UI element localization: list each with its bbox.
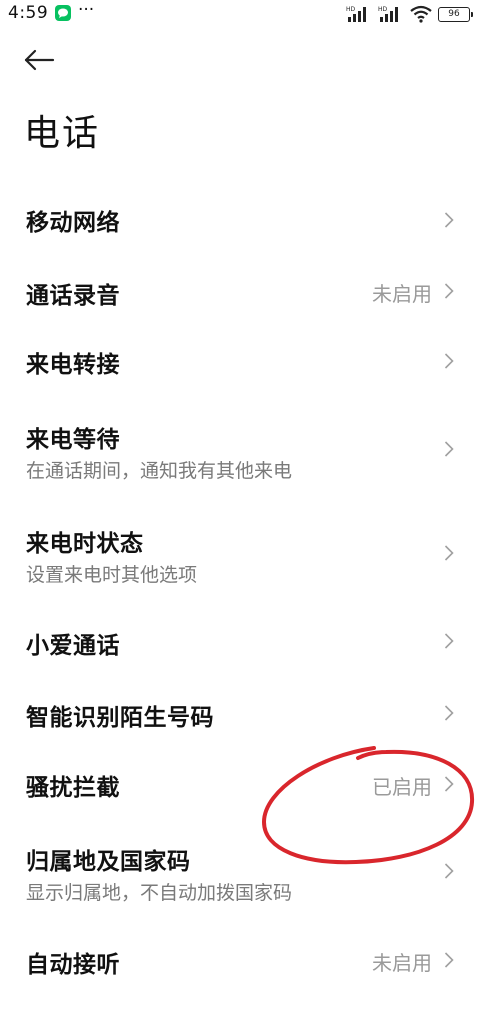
status-time: 4:59 [8,3,49,23]
wifi-icon [410,5,432,23]
chevron-right-icon [444,283,454,299]
status-bar: 4:59 ··· HD HD 96 [0,0,480,28]
setting-title: 来电转接 [26,352,120,378]
chat-app-icon [55,5,71,21]
hd-signal-icon-2: HD [378,6,398,22]
battery-icon: 96 [438,6,473,22]
setting-xiaoai-call[interactable]: 小爱通话 [0,610,480,674]
setting-subtitle: 在通话期间，通知我有其他来电 [26,460,293,482]
chevron-right-icon [444,952,454,968]
chevron-right-icon [444,212,454,228]
setting-auto-answer[interactable]: 自动接听 未启用 [0,928,480,994]
setting-subtitle: 显示归属地，不自动加拨国家码 [26,882,293,904]
setting-title: 小爱通话 [26,633,120,659]
setting-title: 骚扰拦截 [26,775,120,801]
chevron-right-icon [444,441,454,457]
setting-title: 归属地及国家码 [26,849,191,875]
setting-incoming-call-status[interactable]: 来电时状态 设置来电时其他选项 [0,514,480,598]
setting-title: 智能识别陌生号码 [26,705,214,731]
status-icons: HD HD 96 [346,3,473,25]
svg-text:HD: HD [346,6,356,13]
back-arrow-icon[interactable] [22,44,58,76]
setting-title: 来电时状态 [26,531,144,557]
setting-unknown-number-recognition[interactable]: 智能识别陌生号码 [0,682,480,746]
svg-text:HD: HD [378,6,388,13]
setting-subtitle: 设置来电时其他选项 [26,564,198,586]
setting-call-waiting[interactable]: 来电等待 在通话期间，通知我有其他来电 [0,408,480,492]
chevron-right-icon [444,776,454,792]
page-title: 电话 [24,113,101,154]
hd-signal-icon: HD [346,6,366,22]
chevron-right-icon [444,863,454,879]
setting-title: 移动网络 [26,210,120,236]
setting-title: 来电等待 [26,427,120,453]
setting-status-value: 已启用 [372,775,432,799]
chevron-right-icon [444,705,454,721]
setting-harassment-blocking[interactable]: 骚扰拦截 已启用 [0,752,480,818]
more-notifications-indicator: ··· [78,0,95,20]
setting-call-forwarding[interactable]: 来电转接 [0,328,480,394]
setting-title: 通话录音 [26,283,120,309]
chevron-right-icon [444,353,454,369]
setting-call-recording[interactable]: 通话录音 未启用 [0,258,480,326]
setting-status-value: 未启用 [372,282,432,306]
setting-title: 自动接听 [26,952,120,978]
chevron-right-icon [444,633,454,649]
chevron-right-icon [444,545,454,561]
setting-status-value: 未启用 [372,951,432,975]
setting-mobile-network[interactable]: 移动网络 [0,188,480,252]
setting-location-country-code[interactable]: 归属地及国家码 显示归属地，不自动加拨国家码 [0,832,480,916]
